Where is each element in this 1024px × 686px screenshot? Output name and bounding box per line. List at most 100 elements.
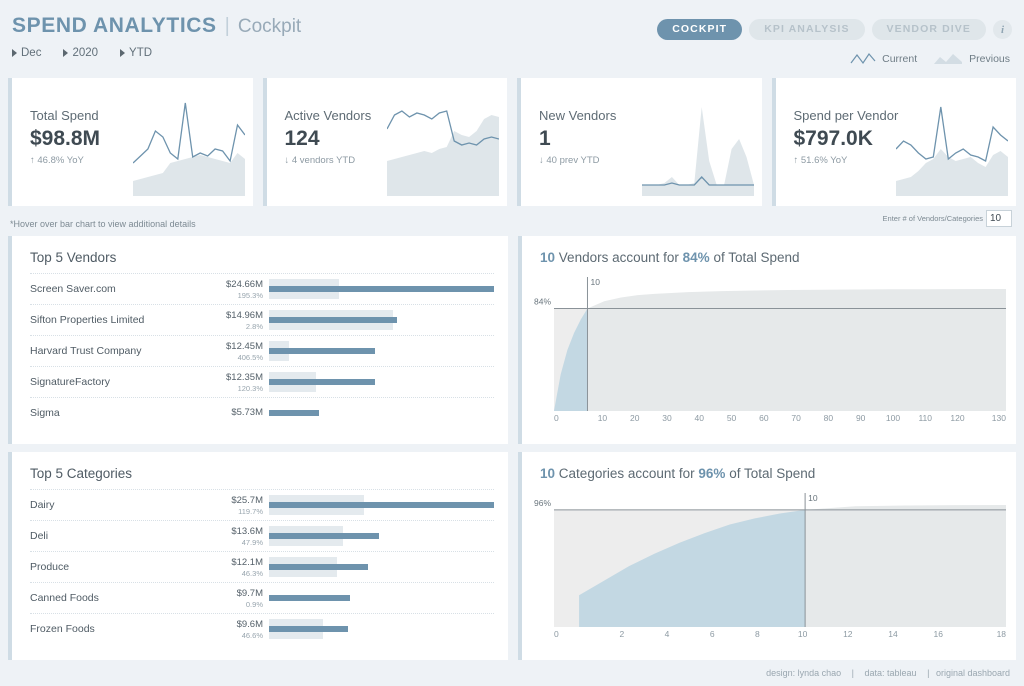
row-label: Frozen Foods bbox=[30, 623, 95, 635]
axis-tick-label: 110 bbox=[918, 413, 933, 423]
axis-tick-label: 60 bbox=[759, 413, 769, 423]
vendor-pareto-plot[interactable]: 84% 10 bbox=[532, 273, 1006, 411]
row-label: Produce bbox=[30, 561, 70, 573]
row-amount: $13.6M bbox=[231, 525, 263, 537]
table-row[interactable]: Sifton Properties Limited $14.96M 2.8% bbox=[30, 304, 494, 335]
vendor-pareto-xaxis: 0 10 20 30 40 50 60 70 80 90 100 110 120 130 bbox=[532, 413, 1006, 423]
table-row[interactable]: Canned Foods $9.7M 0.9% bbox=[30, 582, 494, 613]
svg-text:10: 10 bbox=[590, 277, 600, 287]
row-percent: 0.9% bbox=[245, 599, 263, 609]
bar-current bbox=[269, 286, 494, 292]
table-row[interactable]: Screen Saver.com $24.66M 195.3% bbox=[30, 273, 494, 304]
row-amount: $9.6M bbox=[236, 618, 263, 630]
kpi-label: Active Vendors bbox=[284, 108, 372, 123]
row-values: $12.45M 406.5% bbox=[205, 341, 263, 362]
tab-kpi-analysis[interactable]: KPI ANALYSIS bbox=[749, 19, 865, 40]
axis-tick-label: 12 bbox=[843, 629, 853, 639]
kpi-value: $98.8M bbox=[30, 127, 101, 150]
vendor-count-input[interactable] bbox=[986, 210, 1012, 227]
row-label: Dairy bbox=[30, 499, 55, 511]
kpi-delta: ↑ 51.6% YoY bbox=[793, 155, 848, 166]
kpi-text: Active Vendors 124 ↓ 4 vendors YTD bbox=[285, 108, 372, 166]
breadcrumb-label: 2020 bbox=[72, 47, 99, 59]
bar-current bbox=[269, 533, 380, 539]
panel-top-vendors: Top 5 Vendors Screen Saver.com $24.66M 195… bbox=[8, 236, 508, 444]
axis-tick-label: 16 bbox=[933, 629, 943, 639]
row-amount: $24.66M bbox=[226, 278, 263, 290]
kpi-card-spend-per-vendor[interactable]: Spend per Vendor $797.0K ↑ 51.6% YoY bbox=[771, 78, 1016, 206]
row-amount: $14.96M bbox=[226, 309, 263, 321]
svg-text:84%: 84% bbox=[534, 297, 551, 307]
sparkline-total-spend bbox=[132, 101, 245, 196]
axis-tick-label: 6 bbox=[709, 629, 715, 639]
area-icon bbox=[934, 54, 963, 64]
tab-vendor-dive[interactable]: VENDOR DIVE bbox=[871, 19, 986, 40]
table-row[interactable]: Deli $13.6M 47.9% bbox=[30, 520, 494, 551]
row-values: $14.96M 2.8% bbox=[205, 310, 263, 331]
row-values: $5.73M bbox=[205, 407, 263, 419]
table-row[interactable]: Dairy $25.7M 119.7% bbox=[30, 489, 494, 520]
panel-title: 10 Categories account for 96% of Total S… bbox=[522, 452, 1016, 481]
row-label: Sigma bbox=[30, 407, 60, 419]
panel-title: 10 Vendors account for 84% of Total Spen… bbox=[522, 236, 1016, 265]
row-percent: 2.8% bbox=[245, 321, 263, 331]
table-row[interactable]: Produce $12.1M 46.3% bbox=[30, 551, 494, 582]
breadcrumb-item-year[interactable]: 2020 bbox=[63, 47, 98, 59]
bar-track bbox=[269, 554, 494, 580]
table-row[interactable]: Frozen Foods $9.6M 46.6% bbox=[30, 613, 494, 644]
kpi-text: New Vendors 1 ↓ 40 prev YTD bbox=[539, 108, 616, 166]
kpi-card-total-spend[interactable]: Total Spend $98.8M ↑ 46.8% YoY bbox=[8, 78, 253, 206]
axis-tick-label: 70 bbox=[791, 413, 801, 423]
category-pareto-plot[interactable]: 96% 10 bbox=[532, 489, 1006, 627]
axis-tick-label: 40 bbox=[694, 413, 704, 423]
category-bar-list: Dairy $25.7M 119.7% Deli $13.6M 47.9% Produce $… bbox=[12, 489, 508, 644]
triangle-right-icon bbox=[120, 49, 126, 57]
breadcrumb-item-month[interactable]: Dec bbox=[12, 47, 41, 59]
kpi-label: New Vendors bbox=[539, 108, 617, 123]
kpi-card-active-vendors[interactable]: Active Vendors 124 ↓ 4 vendors YTD bbox=[262, 78, 507, 206]
kpi-delta: ↓ 4 vendors YTD bbox=[284, 155, 356, 166]
bar-current bbox=[269, 348, 375, 354]
table-row[interactable]: Harvard Trust Company $12.45M 406.5% bbox=[30, 335, 494, 366]
row-percent: 46.6% bbox=[241, 630, 263, 640]
sparkline-active-vendors bbox=[387, 101, 499, 196]
info-icon[interactable]: i bbox=[993, 20, 1012, 39]
bar-track bbox=[269, 369, 494, 395]
kpi-delta: ↑ 46.8% YoY bbox=[30, 155, 84, 166]
bar-track bbox=[269, 492, 494, 518]
breadcrumb-item-period[interactable]: YTD bbox=[120, 47, 152, 59]
panel-top-categories: Top 5 Categories Dairy $25.7M 119.7% Deli $1… bbox=[8, 452, 508, 660]
table-row[interactable]: SignatureFactory $12.35M 120.3% bbox=[30, 366, 494, 397]
footer-original-dashboard-link[interactable]: original dashboard bbox=[936, 668, 1010, 678]
row-values: $12.1M 46.3% bbox=[205, 557, 263, 578]
axis-tick-label: 8 bbox=[755, 629, 760, 639]
bar-current bbox=[269, 595, 350, 601]
pareto-count: 10 bbox=[540, 250, 556, 265]
row-amount: $12.35M bbox=[226, 371, 263, 383]
row-values: $25.7M 119.7% bbox=[205, 495, 263, 516]
footer-sep: | bbox=[851, 668, 854, 678]
table-row[interactable]: Sigma $5.73M bbox=[30, 397, 494, 428]
row-percent: 195.3% bbox=[237, 290, 263, 300]
pareto-title-end: of Total Spend bbox=[729, 466, 816, 481]
footer-data: data: tableau bbox=[864, 668, 917, 678]
panel-title: Top 5 Vendors bbox=[30, 250, 117, 265]
category-pareto-svg: 96% 10 bbox=[534, 493, 1006, 627]
sparkline-spend-per-vendor bbox=[896, 101, 1008, 196]
tab-cockpit[interactable]: COCKPIT bbox=[657, 19, 743, 40]
line-icon bbox=[850, 53, 876, 65]
hover-hint-text: *Hover over bar chart to view additional… bbox=[10, 219, 196, 229]
kpi-card-new-vendors[interactable]: New Vendors 1 ↓ 40 prev YTD bbox=[517, 78, 762, 206]
vendor-count-label: Enter # of Vendors/Categories bbox=[882, 214, 983, 223]
panel-vendor-pareto: 10 Vendors account for 84% of Total Spen… bbox=[518, 236, 1016, 444]
triangle-right-icon bbox=[12, 49, 17, 57]
row-amount: $5.73M bbox=[231, 407, 263, 418]
pareto-pct: 84% bbox=[682, 250, 710, 265]
panel-category-pareto: 10 Categories account for 96% of Total S… bbox=[518, 452, 1016, 660]
page-header: SPEND ANALYTICS | Cockpit Dec 2020 YTD C… bbox=[0, 0, 1024, 78]
footer-sep: | bbox=[927, 668, 930, 678]
nav-pill-group: COCKPIT KPI ANALYSIS VENDOR DIVE i bbox=[657, 19, 1012, 40]
axis-tick-label: 0 bbox=[554, 629, 559, 639]
bar-current bbox=[269, 626, 348, 632]
kpi-card-row: Total Spend $98.8M ↑ 46.8% YoY Active Ve… bbox=[8, 78, 1016, 206]
